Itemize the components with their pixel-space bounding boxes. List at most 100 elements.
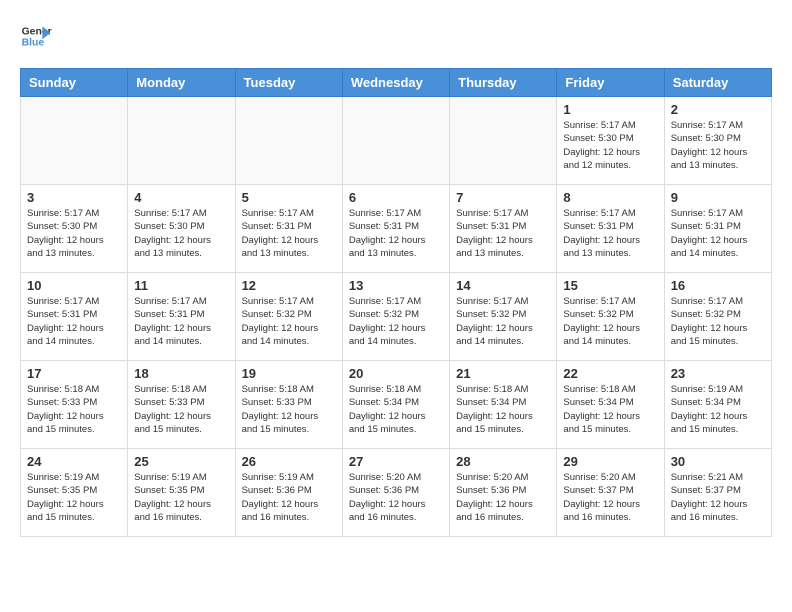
- day-info: Sunrise: 5:17 AM Sunset: 5:30 PM Dayligh…: [27, 207, 121, 260]
- day-info: Sunrise: 5:17 AM Sunset: 5:31 PM Dayligh…: [563, 207, 657, 260]
- weekday-header-row: SundayMondayTuesdayWednesdayThursdayFrid…: [21, 69, 772, 97]
- day-info: Sunrise: 5:17 AM Sunset: 5:31 PM Dayligh…: [134, 295, 228, 348]
- calendar-cell: 26 Sunrise: 5:19 AM Sunset: 5:36 PM Dayli…: [235, 449, 342, 537]
- day-info: Sunrise: 5:17 AM Sunset: 5:31 PM Dayligh…: [456, 207, 550, 260]
- calendar-cell: 7 Sunrise: 5:17 AM Sunset: 5:31 PM Daylig…: [450, 185, 557, 273]
- day-number: 29: [563, 454, 657, 469]
- calendar-cell: 1 Sunrise: 5:17 AM Sunset: 5:30 PM Daylig…: [557, 97, 664, 185]
- calendar-cell: 11 Sunrise: 5:17 AM Sunset: 5:31 PM Dayli…: [128, 273, 235, 361]
- calendar-cell: 30Sunrise: 5:21 AM Sunset: 5:37 PM Dayli…: [664, 449, 771, 537]
- day-info: Sunrise: 5:17 AM Sunset: 5:30 PM Dayligh…: [563, 119, 657, 172]
- calendar-cell: 6 Sunrise: 5:17 AM Sunset: 5:31 PM Daylig…: [342, 185, 449, 273]
- calendar-cell: 4 Sunrise: 5:17 AM Sunset: 5:30 PM Daylig…: [128, 185, 235, 273]
- day-number: 30: [671, 454, 765, 469]
- calendar-cell: 17 Sunrise: 5:18 AM Sunset: 5:33 PM Dayli…: [21, 361, 128, 449]
- calendar-cell: 13 Sunrise: 5:17 AM Sunset: 5:32 PM Dayli…: [342, 273, 449, 361]
- day-info: Sunrise: 5:17 AM Sunset: 5:31 PM Dayligh…: [27, 295, 121, 348]
- day-number: 22: [563, 366, 657, 381]
- weekday-header-monday: Monday: [128, 69, 235, 97]
- day-info: Sunrise: 5:20 AM Sunset: 5:36 PM Dayligh…: [456, 471, 550, 524]
- day-number: 19: [242, 366, 336, 381]
- day-number: 11: [134, 278, 228, 293]
- day-info: Sunrise: 5:19 AM Sunset: 5:35 PM Dayligh…: [134, 471, 228, 524]
- day-number: 15: [563, 278, 657, 293]
- day-number: 12: [242, 278, 336, 293]
- calendar-cell: 23 Sunrise: 5:19 AM Sunset: 5:34 PM Dayli…: [664, 361, 771, 449]
- day-info: Sunrise: 5:20 AM Sunset: 5:36 PM Dayligh…: [349, 471, 443, 524]
- weekday-header-thursday: Thursday: [450, 69, 557, 97]
- day-info: Sunrise: 5:17 AM Sunset: 5:32 PM Dayligh…: [242, 295, 336, 348]
- calendar-cell: 14 Sunrise: 5:17 AM Sunset: 5:32 PM Dayli…: [450, 273, 557, 361]
- calendar-table: SundayMondayTuesdayWednesdayThursdayFrid…: [20, 68, 772, 537]
- day-number: 9: [671, 190, 765, 205]
- day-info: Sunrise: 5:19 AM Sunset: 5:36 PM Dayligh…: [242, 471, 336, 524]
- day-number: 25: [134, 454, 228, 469]
- day-info: Sunrise: 5:18 AM Sunset: 5:33 PM Dayligh…: [242, 383, 336, 436]
- calendar-cell: 10 Sunrise: 5:17 AM Sunset: 5:31 PM Dayli…: [21, 273, 128, 361]
- day-number: 26: [242, 454, 336, 469]
- calendar-cell: [128, 97, 235, 185]
- logo: General Blue: [20, 20, 56, 52]
- day-number: 13: [349, 278, 443, 293]
- calendar-cell: 21Sunrise: 5:18 AM Sunset: 5:34 PM Dayli…: [450, 361, 557, 449]
- week-row-2: 3Sunrise: 5:17 AM Sunset: 5:30 PM Daylig…: [21, 185, 772, 273]
- day-info: Sunrise: 5:17 AM Sunset: 5:32 PM Dayligh…: [349, 295, 443, 348]
- calendar-cell: 20Sunrise: 5:18 AM Sunset: 5:34 PM Dayli…: [342, 361, 449, 449]
- day-info: Sunrise: 5:17 AM Sunset: 5:31 PM Dayligh…: [349, 207, 443, 260]
- calendar-cell: 9 Sunrise: 5:17 AM Sunset: 5:31 PM Daylig…: [664, 185, 771, 273]
- calendar-cell: 18 Sunrise: 5:18 AM Sunset: 5:33 PM Dayli…: [128, 361, 235, 449]
- weekday-header-sunday: Sunday: [21, 69, 128, 97]
- calendar-cell: 16 Sunrise: 5:17 AM Sunset: 5:32 PM Dayli…: [664, 273, 771, 361]
- day-number: 28: [456, 454, 550, 469]
- calendar-cell: 28 Sunrise: 5:20 AM Sunset: 5:36 PM Dayli…: [450, 449, 557, 537]
- day-info: Sunrise: 5:18 AM Sunset: 5:34 PM Dayligh…: [456, 383, 550, 436]
- day-number: 4: [134, 190, 228, 205]
- week-row-5: 24Sunrise: 5:19 AM Sunset: 5:35 PM Dayli…: [21, 449, 772, 537]
- day-info: Sunrise: 5:17 AM Sunset: 5:30 PM Dayligh…: [134, 207, 228, 260]
- calendar-cell: 5Sunrise: 5:17 AM Sunset: 5:31 PM Daylig…: [235, 185, 342, 273]
- day-number: 17: [27, 366, 121, 381]
- svg-text:Blue: Blue: [22, 38, 45, 49]
- day-number: 6: [349, 190, 443, 205]
- day-info: Sunrise: 5:19 AM Sunset: 5:35 PM Dayligh…: [27, 471, 121, 524]
- calendar-cell: 22 Sunrise: 5:18 AM Sunset: 5:34 PM Dayli…: [557, 361, 664, 449]
- weekday-header-friday: Friday: [557, 69, 664, 97]
- day-info: Sunrise: 5:17 AM Sunset: 5:32 PM Dayligh…: [456, 295, 550, 348]
- calendar-cell: [342, 97, 449, 185]
- day-info: Sunrise: 5:18 AM Sunset: 5:34 PM Dayligh…: [349, 383, 443, 436]
- day-number: 8: [563, 190, 657, 205]
- calendar-cell: 2 Sunrise: 5:17 AM Sunset: 5:30 PM Daylig…: [664, 97, 771, 185]
- weekday-header-saturday: Saturday: [664, 69, 771, 97]
- day-number: 14: [456, 278, 550, 293]
- calendar-cell: 8 Sunrise: 5:17 AM Sunset: 5:31 PM Daylig…: [557, 185, 664, 273]
- day-number: 23: [671, 366, 765, 381]
- calendar-cell: [21, 97, 128, 185]
- day-number: 2: [671, 102, 765, 117]
- day-number: 18: [134, 366, 228, 381]
- weekday-header-wednesday: Wednesday: [342, 69, 449, 97]
- day-info: Sunrise: 5:18 AM Sunset: 5:33 PM Dayligh…: [27, 383, 121, 436]
- logo-icon: General Blue: [20, 20, 52, 52]
- calendar-cell: [235, 97, 342, 185]
- day-info: Sunrise: 5:17 AM Sunset: 5:31 PM Dayligh…: [671, 207, 765, 260]
- week-row-1: 1 Sunrise: 5:17 AM Sunset: 5:30 PM Daylig…: [21, 97, 772, 185]
- day-number: 7: [456, 190, 550, 205]
- week-row-4: 17 Sunrise: 5:18 AM Sunset: 5:33 PM Dayli…: [21, 361, 772, 449]
- calendar-cell: 19 Sunrise: 5:18 AM Sunset: 5:33 PM Dayli…: [235, 361, 342, 449]
- calendar-cell: 12 Sunrise: 5:17 AM Sunset: 5:32 PM Dayli…: [235, 273, 342, 361]
- calendar-cell: [450, 97, 557, 185]
- day-info: Sunrise: 5:18 AM Sunset: 5:33 PM Dayligh…: [134, 383, 228, 436]
- day-info: Sunrise: 5:17 AM Sunset: 5:32 PM Dayligh…: [671, 295, 765, 348]
- day-info: Sunrise: 5:18 AM Sunset: 5:34 PM Dayligh…: [563, 383, 657, 436]
- calendar-cell: 27Sunrise: 5:20 AM Sunset: 5:36 PM Dayli…: [342, 449, 449, 537]
- day-number: 10: [27, 278, 121, 293]
- weekday-header-tuesday: Tuesday: [235, 69, 342, 97]
- week-row-3: 10 Sunrise: 5:17 AM Sunset: 5:31 PM Dayli…: [21, 273, 772, 361]
- day-number: 16: [671, 278, 765, 293]
- day-info: Sunrise: 5:17 AM Sunset: 5:31 PM Dayligh…: [242, 207, 336, 260]
- calendar-cell: 15Sunrise: 5:17 AM Sunset: 5:32 PM Dayli…: [557, 273, 664, 361]
- day-number: 1: [563, 102, 657, 117]
- day-info: Sunrise: 5:17 AM Sunset: 5:30 PM Dayligh…: [671, 119, 765, 172]
- calendar-cell: 3Sunrise: 5:17 AM Sunset: 5:30 PM Daylig…: [21, 185, 128, 273]
- day-info: Sunrise: 5:19 AM Sunset: 5:34 PM Dayligh…: [671, 383, 765, 436]
